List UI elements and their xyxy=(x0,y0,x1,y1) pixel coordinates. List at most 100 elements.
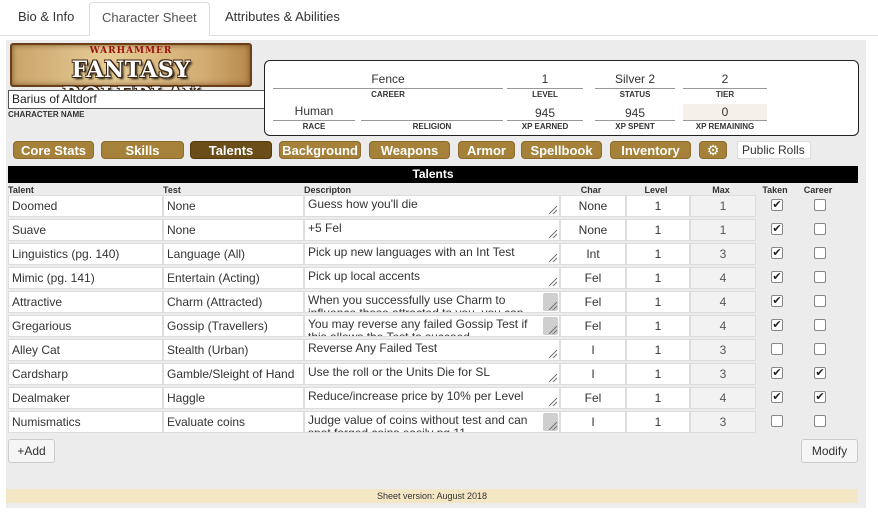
cell-level[interactable]: 1 xyxy=(626,363,690,385)
resize-grip-icon[interactable] xyxy=(549,278,557,286)
cell-char[interactable]: None xyxy=(560,195,626,217)
cell-description[interactable]: Guess how you'll die xyxy=(304,195,560,217)
taken-checkbox[interactable] xyxy=(771,415,783,427)
cell-test[interactable]: Stealth (Urban) xyxy=(163,339,304,361)
cell-talent[interactable]: Attractive xyxy=(8,291,163,313)
cell-level[interactable]: 1 xyxy=(626,195,690,217)
resize-grip-icon[interactable] xyxy=(549,206,557,214)
taken-checkbox[interactable]: ✔ xyxy=(771,367,783,379)
resize-grip-icon[interactable] xyxy=(549,302,557,310)
resize-grip-icon[interactable] xyxy=(549,422,557,430)
career-checkbox[interactable] xyxy=(814,415,826,427)
taken-checkbox[interactable]: ✔ xyxy=(771,271,783,283)
resize-grip-icon[interactable] xyxy=(549,230,557,238)
taken-checkbox[interactable] xyxy=(771,343,783,355)
cell-level[interactable]: 1 xyxy=(626,267,690,289)
cell-char[interactable]: Fel xyxy=(560,291,626,313)
cell-char[interactable]: Int xyxy=(560,243,626,265)
cell-test[interactable]: Haggle xyxy=(163,387,304,409)
taken-checkbox[interactable]: ✔ xyxy=(771,295,783,307)
career-checkbox[interactable]: ✔ xyxy=(814,391,826,403)
cell-talent[interactable]: Gregarious xyxy=(8,315,163,337)
cell-talent[interactable]: Doomed xyxy=(8,195,163,217)
nav-weapons[interactable]: Weapons xyxy=(369,141,450,159)
taken-checkbox[interactable]: ✔ xyxy=(771,391,783,403)
career-checkbox[interactable] xyxy=(814,271,826,283)
resize-grip-icon[interactable] xyxy=(549,374,557,382)
nav-skills[interactable]: Skills xyxy=(101,141,184,159)
cell-level[interactable]: 1 xyxy=(626,339,690,361)
cell-talent[interactable]: Linguistics (pg. 140) xyxy=(8,243,163,265)
nav-talents[interactable]: Talents xyxy=(190,141,272,159)
career-value[interactable]: Fence xyxy=(273,72,503,86)
modify-button[interactable]: Modify xyxy=(801,439,858,463)
cell-talent[interactable]: Dealmaker xyxy=(8,387,163,409)
cell-description[interactable]: Reduce/increase price by 10% per Level xyxy=(304,387,560,409)
cell-test[interactable]: Gamble/Sleight of Hand xyxy=(163,363,304,385)
cell-test[interactable]: Gossip (Travellers) xyxy=(163,315,304,337)
cell-description[interactable]: +5 Fel xyxy=(304,219,560,241)
nav-spellbook[interactable]: Spellbook xyxy=(521,141,602,159)
resize-grip-icon[interactable] xyxy=(549,254,557,262)
cell-level[interactable]: 1 xyxy=(626,219,690,241)
cell-char[interactable]: I xyxy=(560,339,626,361)
cell-char[interactable]: None xyxy=(560,219,626,241)
cell-level[interactable]: 1 xyxy=(626,291,690,313)
career-checkbox[interactable] xyxy=(814,295,826,307)
tab-attributes-abilities[interactable]: Attributes & Abilities xyxy=(213,2,352,36)
cell-description[interactable]: Judge value of coins without test and ca… xyxy=(304,411,560,433)
public-rolls-toggle[interactable]: Public Rolls xyxy=(737,141,811,159)
nav-core-stats[interactable]: Core Stats xyxy=(13,141,94,159)
career-checkbox[interactable] xyxy=(814,199,826,211)
taken-checkbox[interactable]: ✔ xyxy=(771,199,783,211)
cell-description[interactable]: You may reverse any failed Gossip Test i… xyxy=(304,315,560,337)
cell-char[interactable]: Fel xyxy=(560,267,626,289)
cell-description[interactable]: Reverse Any Failed Test xyxy=(304,339,560,361)
taken-checkbox[interactable]: ✔ xyxy=(771,319,783,331)
nav-armor[interactable]: Armor xyxy=(458,141,515,159)
cell-level[interactable]: 1 xyxy=(626,243,690,265)
taken-checkbox[interactable]: ✔ xyxy=(771,247,783,259)
settings-button[interactable]: ⚙ xyxy=(699,141,727,159)
taken-checkbox[interactable]: ✔ xyxy=(771,223,783,235)
career-checkbox[interactable] xyxy=(814,247,826,259)
xp-earned-value[interactable]: 945 xyxy=(507,106,583,120)
cell-description[interactable]: When you successfully use Charm to influ… xyxy=(304,291,560,313)
cell-test[interactable]: None xyxy=(163,195,304,217)
resize-grip-icon[interactable] xyxy=(549,398,557,406)
resize-grip-icon[interactable] xyxy=(549,350,557,358)
cell-test[interactable]: None xyxy=(163,219,304,241)
cell-talent[interactable]: Suave xyxy=(8,219,163,241)
career-checkbox[interactable] xyxy=(814,319,826,331)
cell-talent[interactable]: Alley Cat xyxy=(8,339,163,361)
cell-description[interactable]: Use the roll or the Units Die for SL xyxy=(304,363,560,385)
cell-char[interactable]: I xyxy=(560,363,626,385)
cell-talent[interactable]: Cardsharp xyxy=(8,363,163,385)
career-checkbox[interactable] xyxy=(814,343,826,355)
cell-talent[interactable]: Numismatics xyxy=(8,411,163,433)
add-talent-button[interactable]: +Add xyxy=(8,439,55,463)
tab-bio-info[interactable]: Bio & Info xyxy=(6,2,86,36)
tier-value[interactable]: 2 xyxy=(683,72,767,86)
tab-character-sheet[interactable]: Character Sheet xyxy=(89,2,210,36)
cell-test[interactable]: Language (All) xyxy=(163,243,304,265)
cell-description[interactable]: Pick up local accents xyxy=(304,267,560,289)
cell-char[interactable]: Fel xyxy=(560,315,626,337)
nav-background[interactable]: Background xyxy=(279,141,361,159)
resize-grip-icon[interactable] xyxy=(549,326,557,334)
cell-level[interactable]: 1 xyxy=(626,387,690,409)
level-value[interactable]: 1 xyxy=(507,72,583,86)
cell-description[interactable]: Pick up new languages with an Int Test xyxy=(304,243,560,265)
cell-talent[interactable]: Mimic (pg. 141) xyxy=(8,267,163,289)
cell-char[interactable]: I xyxy=(560,411,626,433)
cell-level[interactable]: 1 xyxy=(626,411,690,433)
race-value[interactable]: Human xyxy=(273,104,355,118)
career-checkbox[interactable]: ✔ xyxy=(814,367,826,379)
cell-char[interactable]: Fel xyxy=(560,387,626,409)
cell-test[interactable]: Evaluate coins xyxy=(163,411,304,433)
character-name-input[interactable]: Barius of Altdorf xyxy=(8,90,270,109)
cell-test[interactable]: Entertain (Acting) xyxy=(163,267,304,289)
career-checkbox[interactable] xyxy=(814,223,826,235)
cell-level[interactable]: 1 xyxy=(626,315,690,337)
status-value[interactable]: Silver 2 xyxy=(595,72,675,86)
